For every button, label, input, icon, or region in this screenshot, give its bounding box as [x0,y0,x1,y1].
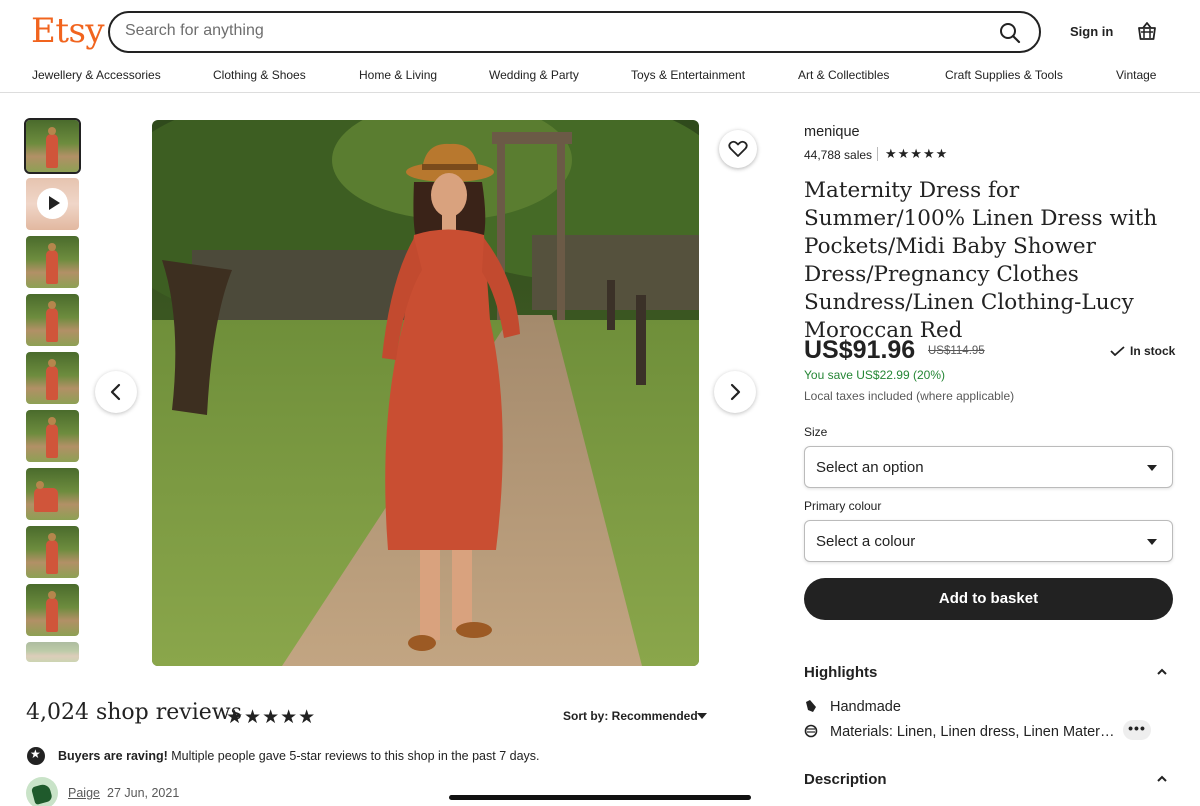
sign-in-link[interactable]: Sign in [1070,24,1113,39]
thumbnail[interactable] [26,584,79,636]
raving-notice: Buyers are raving! Multiple people gave … [58,749,540,763]
thumbnail[interactable] [26,352,79,404]
shop-rating-stars[interactable]: ★★★★★ [885,146,948,162]
category-clothing[interactable]: Clothing & Shoes [213,68,306,82]
shop-name-link[interactable]: menique [804,124,860,140]
thumbnail[interactable] [26,294,79,346]
search-input[interactable] [125,22,985,40]
listing-title: Maternity Dress for Summer/100% Linen Dr… [804,178,1158,343]
etsy-logo[interactable]: Etsy [31,11,105,51]
caret-down-icon[interactable] [697,713,707,719]
reviewer-avatar [26,777,58,806]
thumbnail[interactable] [26,410,79,462]
thumbnail[interactable] [26,468,79,520]
original-price: US$114.95 [928,345,985,357]
savings-text: You save US$22.99 (20%) [804,368,945,382]
chevron-left-icon [110,383,121,401]
current-price: US$91.96 [804,336,916,364]
size-select[interactable]: Select an option [804,446,1173,488]
hand-icon [806,700,816,712]
play-icon [37,188,68,219]
category-vintage[interactable]: Vintage [1116,68,1156,82]
thumbnail[interactable] [26,642,79,662]
category-art[interactable]: Art & Collectibles [798,68,889,82]
thumbnail[interactable] [26,526,79,578]
category-toys[interactable]: Toys & Entertainment [631,68,745,82]
reviews-rating-stars: ★★★★★ [226,707,317,728]
chevron-up-icon[interactable] [1157,774,1167,784]
previous-image-button[interactable] [95,371,137,413]
heart-icon [728,140,748,157]
category-wedding[interactable]: Wedding & Party [489,68,579,82]
colour-select-value: Select a colour [816,533,916,550]
category-jewellery[interactable]: Jewellery & Accessories [32,68,161,82]
highlight-handmade: Handmade [804,697,901,715]
search-bar[interactable] [108,11,1041,53]
highlight-materials: Materials: Linen, Linen dress, Linen Mat… [804,722,1115,740]
review-date: 27 Jun, 2021 [107,786,180,800]
thumbnail[interactable] [26,236,79,288]
shop-reviews-count: 4,024 shop reviews [26,700,242,725]
size-label: Size [804,425,828,439]
size-select-value: Select an option [816,459,924,476]
caret-down-icon [1147,465,1157,471]
header-divider [0,92,1200,93]
star-badge-icon [27,747,45,765]
caret-down-icon [1147,539,1157,545]
more-materials-button[interactable]: ••• [1123,720,1151,740]
category-home[interactable]: Home & Living [359,68,437,82]
sort-dropdown[interactable]: Sort by: Recommended [563,709,698,723]
thumbnail[interactable] [24,118,81,174]
tax-note: Local taxes included (where applicable) [804,389,1015,403]
chevron-right-icon [730,383,741,401]
product-image[interactable] [152,120,699,666]
description-heading[interactable]: Description [804,771,887,788]
add-to-basket-button[interactable]: Add to basket [804,578,1173,620]
highlights-heading[interactable]: Highlights [804,664,877,681]
search-icon[interactable] [999,22,1021,44]
colour-label: Primary colour [804,499,882,513]
stock-status: In stock [1110,344,1175,358]
materials-icon [804,724,818,738]
home-indicator [449,795,751,800]
category-craft[interactable]: Craft Supplies & Tools [945,68,1063,82]
chevron-up-icon[interactable] [1157,667,1167,677]
video-thumbnail[interactable] [26,178,79,230]
colour-select[interactable]: Select a colour [804,520,1173,562]
sales-count: 44,788 sales [804,148,873,162]
next-image-button[interactable] [714,371,756,413]
checkmark-icon [1110,346,1125,356]
thumbnail-strip [24,118,81,668]
favorite-button[interactable] [719,130,757,168]
divider [877,147,878,161]
basket-icon[interactable] [1137,21,1157,41]
reviewer-name-link[interactable]: Paige [68,786,100,800]
category-nav: Jewellery & Accessories Clothing & Shoes… [0,68,1200,82]
